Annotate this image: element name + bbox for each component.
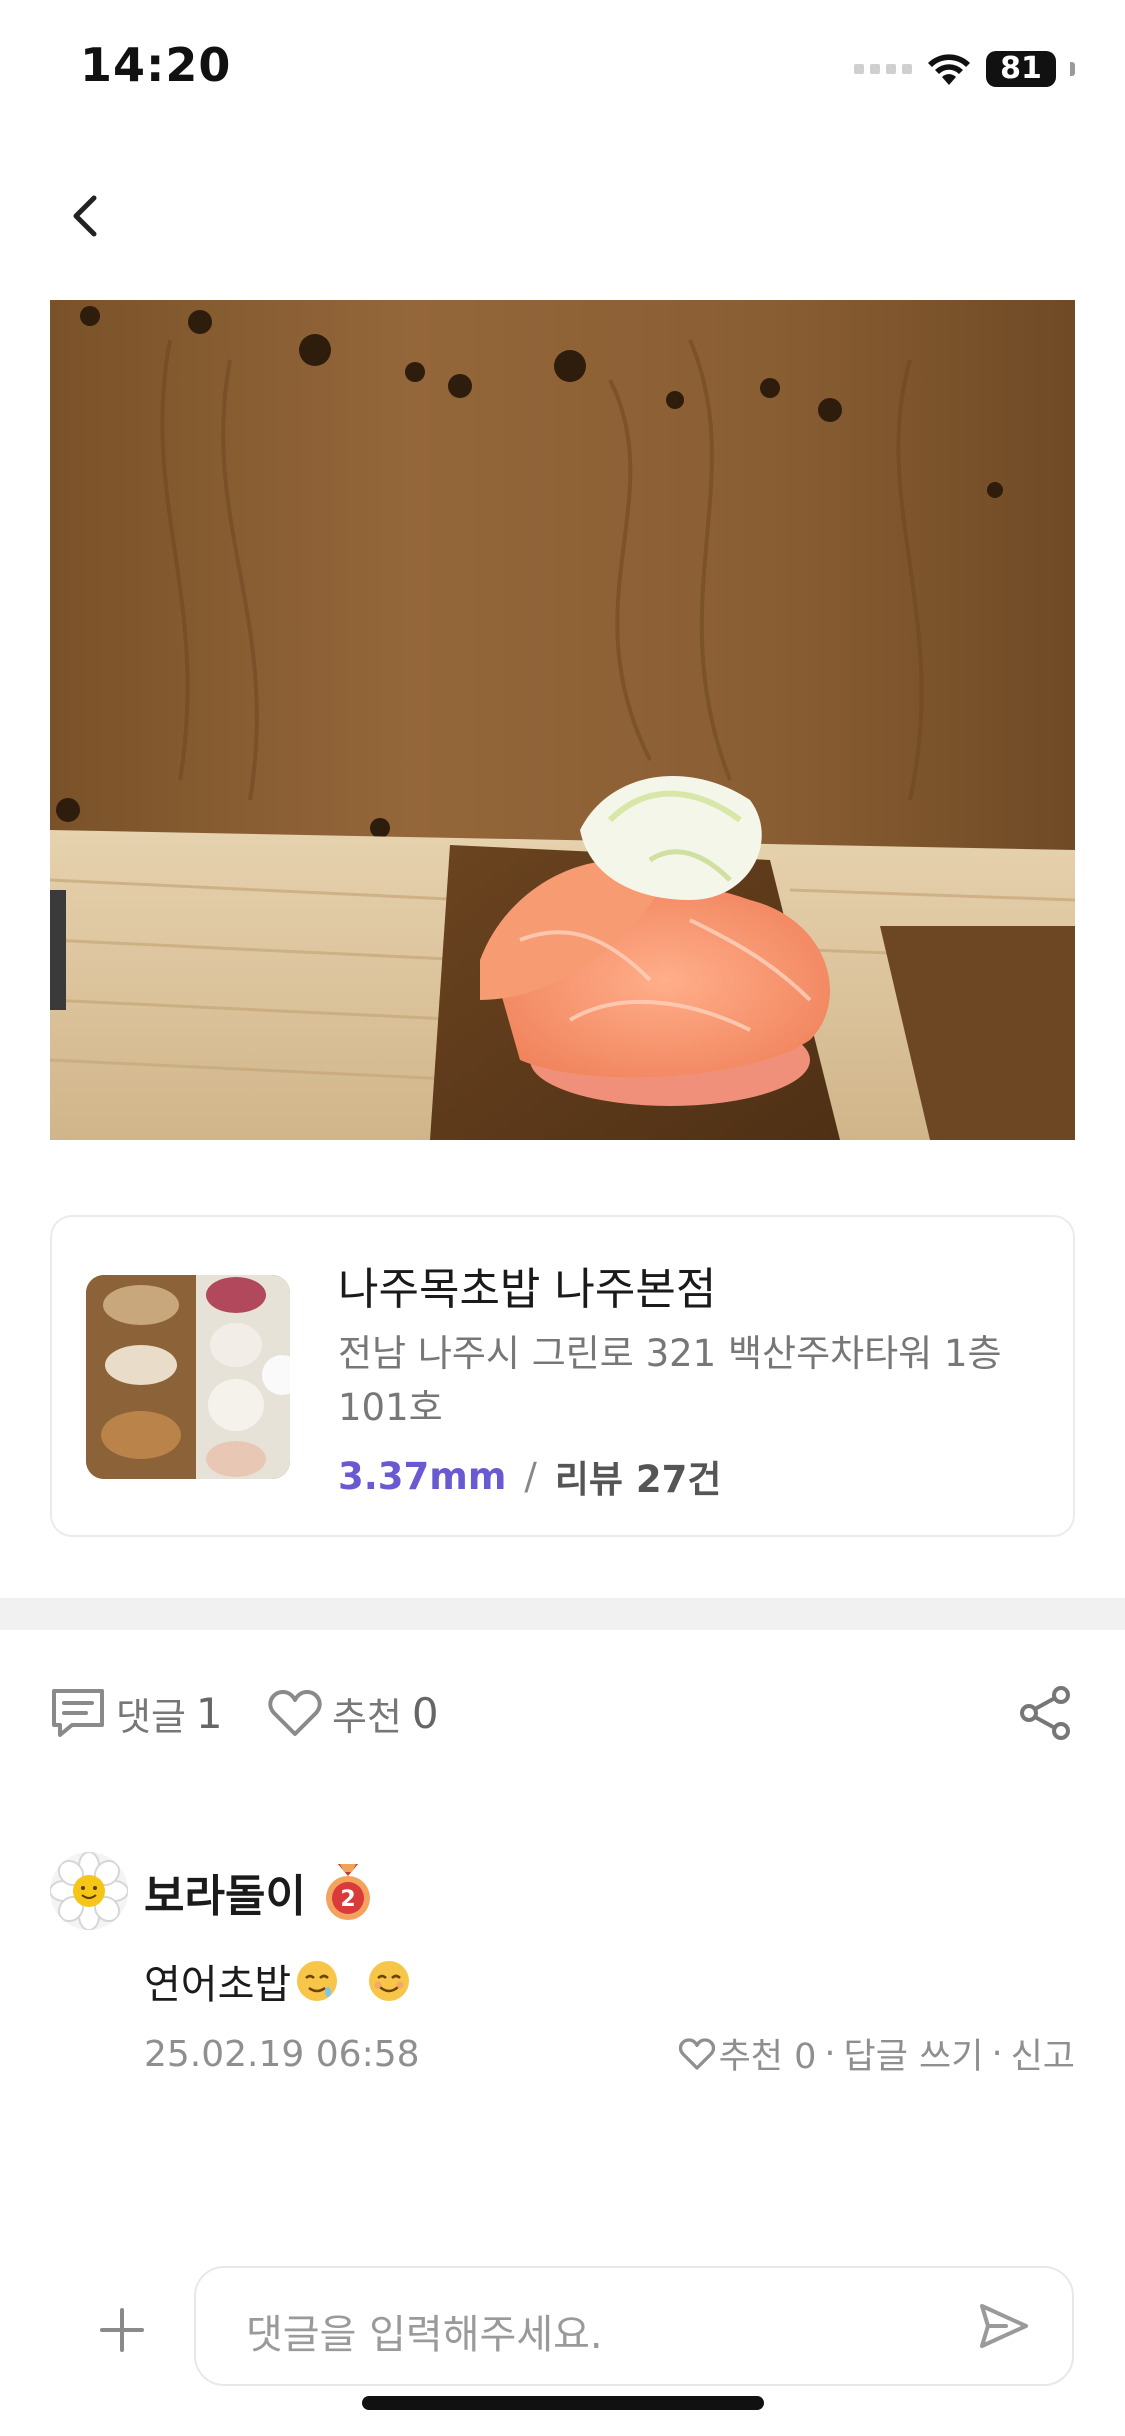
comment-date: 25.02.19 06:58 [144,2034,420,2075]
comment-text: 연어초밥 [144,1952,411,2010]
comment-author[interactable]: 보라돌이 2 [144,1860,374,1924]
smiling-face-icon [369,1961,410,2001]
relieved-face-icon [297,1961,338,2001]
salmon-photo [50,300,1075,1140]
comment-body: 연어초밥 [144,1962,292,2008]
comment-input-bar: 댓글을 입력해주세요. [0,2260,1125,2400]
store-rating: 3.37mm [338,1454,507,1498]
comment-input[interactable]: 댓글을 입력해주세요. [194,2266,1074,2386]
meta-separator: / [524,1454,537,1498]
comment-count-button[interactable]: 댓글 1 [50,1680,223,1746]
heart-icon [678,2037,715,2070]
avatar[interactable] [50,1852,128,1930]
status-time: 14:20 [80,38,232,92]
section-divider [0,1598,1125,1630]
plus-icon [100,2308,144,2352]
cellular-signal-icon [854,64,912,74]
like-button[interactable]: 추천 0 [268,1680,439,1746]
home-indicator [362,2396,764,2410]
medal-rank: 2 [340,1887,355,1912]
battery-cap [1070,62,1075,76]
status-indicators: 81 [854,46,1075,92]
add-attachment-button[interactable] [94,2302,150,2358]
like-count: 0 [411,1688,439,1738]
separator-dot: · [991,2033,1003,2074]
like-label: 추천 [332,1694,402,1739]
separator-dot: · [824,2033,836,2074]
store-card[interactable]: 나주목초밥 나주본점 전남 나주시 그린로 321 백산주차타워 1층 101호… [50,1215,1075,1537]
battery-icon: 81 [986,51,1056,87]
post-photo[interactable] [50,300,1075,1140]
comment-count: 1 [195,1688,223,1738]
reply-button[interactable]: 답글 쓰기 [844,2028,984,2079]
store-thumbnail [86,1275,290,1479]
report-button[interactable]: 신고 [1011,2028,1075,2079]
send-button[interactable] [976,2298,1032,2354]
send-icon [980,2304,1028,2348]
comment-input-placeholder: 댓글을 입력해주세요. [246,2312,603,2358]
heart-icon [268,1690,322,1736]
comment-like-label: 추천 0 [718,2037,817,2077]
store-name: 나주목초밥 나주본점 [338,1264,717,1315]
share-icon [1020,1686,1070,1740]
comment-label: 댓글 [116,1694,186,1739]
rank-medal-icon: 2 [325,1864,370,1920]
wifi-icon [928,54,970,85]
status-bar: 14:20 81 [0,0,1125,140]
action-bar: 댓글 1 추천 0 [50,1680,1075,1746]
chevron-left-icon [73,195,97,237]
comment-actions: 추천 0 · 답글 쓰기 · 신고 [678,2028,1075,2079]
store-review-count: 리뷰 27건 [554,1458,722,1501]
author-name: 보라돌이 [144,1871,306,1922]
share-button[interactable] [1017,1684,1075,1742]
store-meta: 3.37mm / 리뷰 27건 [338,1449,721,1503]
comment-icon [52,1689,104,1737]
store-address: 전남 나주시 그린로 321 백산주차타워 1층 101호 [338,1332,1002,1429]
back-button[interactable] [58,188,114,244]
comment-like-button[interactable]: 추천 0 [678,2028,817,2079]
